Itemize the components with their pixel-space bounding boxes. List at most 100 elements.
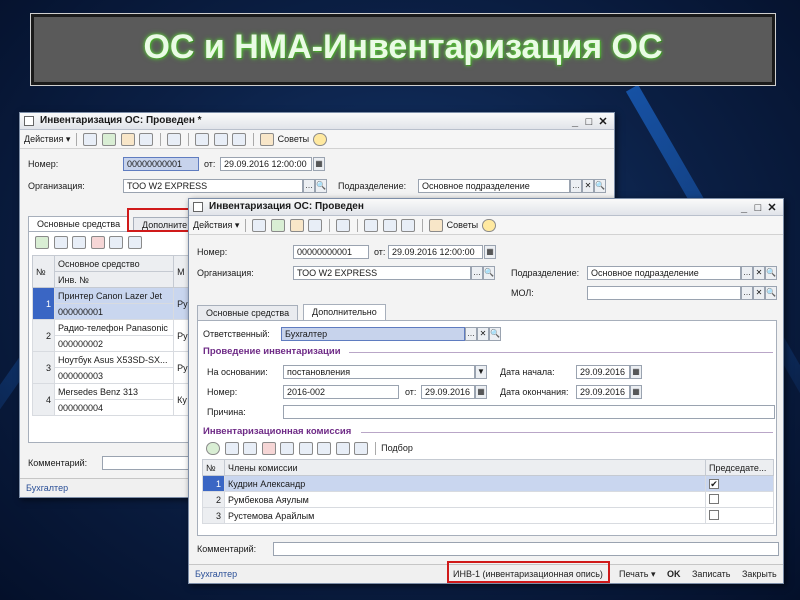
search-icon[interactable]: 🔍	[765, 266, 777, 280]
tab-fixed-assets[interactable]: Основные средства	[28, 216, 130, 232]
add-icon[interactable]	[206, 442, 220, 456]
minimize-icon[interactable]: _	[568, 114, 582, 130]
help-icon[interactable]	[481, 219, 496, 233]
close-icon[interactable]: ✕	[596, 114, 610, 130]
post-icon[interactable]	[102, 133, 116, 147]
calendar-icon[interactable]: ▦	[475, 385, 487, 399]
organization-field[interactable]: ТОО W2 EXPRESS	[123, 179, 303, 193]
save-button[interactable]: Записать	[692, 565, 730, 583]
close-icon[interactable]: ✕	[765, 200, 779, 216]
end-date-field[interactable]: 29.09.2016	[576, 385, 630, 399]
save-icon[interactable]	[252, 219, 267, 233]
date-field[interactable]: 29.09.2016 12:00:00	[220, 157, 312, 171]
chair-checkbox[interactable]	[709, 493, 719, 504]
chevron-down-icon[interactable]: ▼	[475, 365, 487, 379]
post-icon[interactable]	[271, 219, 285, 233]
move-up-icon[interactable]	[298, 442, 313, 456]
structure-icon[interactable]	[139, 133, 154, 147]
clear-icon[interactable]: ✕	[477, 327, 489, 341]
start-date-field[interactable]: 29.09.2016	[576, 365, 630, 379]
report-icon[interactable]	[232, 133, 247, 147]
select-button[interactable]: …	[570, 179, 582, 193]
close-button[interactable]: Закрыть	[742, 565, 777, 583]
tab-fixed-assets[interactable]: Основные средства	[197, 305, 299, 320]
front-window-titlebar[interactable]: Инвентаризация ОС: Проведен _ □ ✕	[189, 199, 783, 216]
print-icon[interactable]	[382, 219, 397, 233]
basis-select[interactable]: постановления	[283, 365, 475, 379]
sort-desc-icon[interactable]	[354, 442, 369, 456]
search-icon[interactable]: 🔍	[594, 179, 606, 193]
responsible-field[interactable]: Бухгалтер	[281, 327, 465, 341]
delete-icon[interactable]	[90, 236, 105, 250]
table-row[interactable]: 3 Рустемова Арайлым	[202, 507, 774, 524]
list-icon[interactable]	[364, 219, 379, 233]
calendar-icon[interactable]: ▦	[630, 385, 642, 399]
structure-icon[interactable]	[308, 219, 323, 233]
print-menu-button[interactable]: Печать ▾	[619, 565, 656, 583]
date2-field[interactable]: 29.09.2016	[421, 385, 475, 399]
search-icon[interactable]: 🔍	[483, 266, 495, 280]
end-edit-icon[interactable]	[280, 442, 295, 456]
save-icon[interactable]	[83, 133, 98, 147]
clear-icon[interactable]: ✕	[753, 286, 765, 300]
tab-additional[interactable]: Дополнительно	[303, 304, 386, 320]
reason-field[interactable]	[283, 405, 775, 419]
number-field[interactable]: 00000000001	[123, 157, 199, 171]
organization-field[interactable]: ТОО W2 EXPRESS	[293, 266, 471, 280]
minimize-icon[interactable]: _	[737, 200, 751, 216]
table-row[interactable]: 4 Mersedes Benz 313 Ку	[32, 383, 192, 416]
add-icon[interactable]	[35, 236, 49, 250]
select-button[interactable]: …	[465, 327, 477, 341]
table-row[interactable]: 3 Ноутбук Asus X53SD-SX... Ру	[32, 351, 192, 384]
table-row[interactable]: 2 Румбекова Аяулым	[202, 491, 774, 508]
calendar-icon[interactable]: ▦	[313, 157, 325, 171]
search-icon[interactable]: 🔍	[765, 286, 777, 300]
clear-icon[interactable]: ✕	[582, 179, 594, 193]
date-field[interactable]: 29.09.2016 12:00:00	[388, 245, 483, 259]
copy-icon[interactable]	[53, 236, 68, 250]
help-icon[interactable]	[312, 133, 327, 147]
move-down-icon[interactable]	[317, 442, 332, 456]
copy-icon[interactable]	[224, 442, 239, 456]
maximize-icon[interactable]: □	[582, 114, 596, 130]
calendar-icon[interactable]: ▦	[484, 245, 496, 259]
mol-field[interactable]	[587, 286, 741, 300]
table-row[interactable]: 1 Принтер Canon Lazer Jet Ру	[32, 287, 192, 320]
department-field[interactable]: Основное подразделение	[587, 266, 741, 280]
move-down-icon[interactable]	[127, 236, 142, 250]
clear-icon[interactable]: ✕	[753, 266, 765, 280]
back-window-titlebar[interactable]: Инвентаризация ОС: Проведен * _ □ ✕	[20, 113, 614, 130]
pick-button[interactable]: Подбор	[381, 443, 413, 453]
unpost-icon[interactable]	[289, 219, 304, 233]
ok-button[interactable]: OK	[667, 565, 681, 583]
tips-button[interactable]: Советы	[447, 220, 478, 230]
select-button[interactable]: …	[741, 266, 753, 280]
select-button[interactable]: …	[471, 266, 483, 280]
actions-menu[interactable]: Действия ▾	[193, 220, 239, 230]
edit-icon[interactable]	[243, 442, 258, 456]
delete-icon[interactable]	[261, 442, 276, 456]
move-up-icon[interactable]	[109, 236, 124, 250]
comment-field[interactable]	[273, 542, 779, 556]
actions-menu[interactable]: Действия ▾	[24, 134, 70, 144]
chair-checkbox[interactable]	[709, 509, 719, 520]
department-field[interactable]: Основное подразделение	[418, 179, 570, 193]
table-row[interactable]: 2 Радио-телефон Panasonic Ру	[32, 319, 192, 352]
chair-checkbox[interactable]: ✔	[709, 478, 719, 489]
calendar-icon[interactable]: ▦	[630, 365, 642, 379]
select-button[interactable]: …	[741, 286, 753, 300]
sort-asc-icon[interactable]	[335, 442, 350, 456]
go-icon[interactable]	[336, 219, 351, 233]
table-row[interactable]: 1 Кудрин Александр ✔	[202, 475, 774, 492]
number2-field[interactable]: 2016-002	[283, 385, 399, 399]
report-icon[interactable]	[401, 219, 416, 233]
maximize-icon[interactable]: □	[751, 200, 765, 216]
go-icon[interactable]	[167, 133, 182, 147]
print-icon[interactable]	[213, 133, 228, 147]
unpost-icon[interactable]	[120, 133, 135, 147]
tips-button[interactable]: Советы	[278, 134, 309, 144]
comment-field[interactable]	[102, 456, 202, 470]
search-icon[interactable]: 🔍	[489, 327, 501, 341]
search-icon[interactable]: 🔍	[315, 179, 327, 193]
select-button[interactable]: …	[303, 179, 315, 193]
